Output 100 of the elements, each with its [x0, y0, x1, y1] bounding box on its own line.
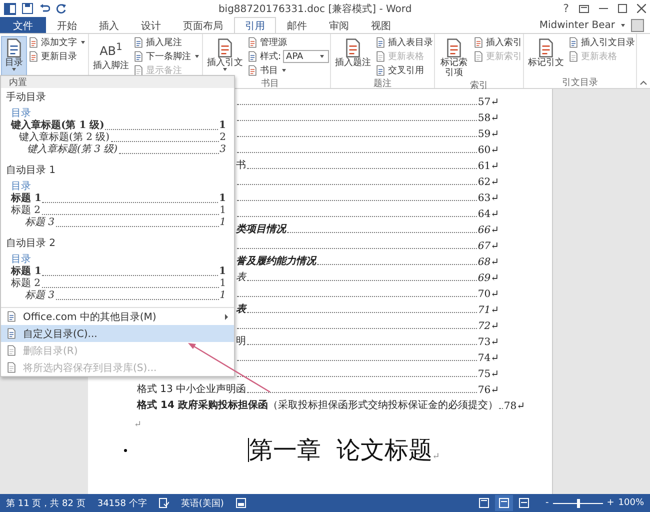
ribbon-tab[interactable]: 设计: [130, 17, 172, 33]
group-label: 题注: [374, 79, 392, 89]
word-logo-icon: [4, 2, 16, 14]
document-icon: [375, 37, 386, 48]
document-icon: [568, 51, 580, 62]
toc-page-number: 59↵: [478, 129, 499, 140]
group-label: 书目: [261, 79, 279, 89]
ribbon-tab[interactable]: 审阅: [318, 17, 360, 33]
document-icon: [4, 38, 24, 58]
document-icon: [375, 51, 386, 62]
ribbon-button[interactable]: 下一条脚注: [133, 50, 201, 63]
ribbon-button[interactable]: 添加文字: [28, 36, 87, 49]
zoom-slider-thumb[interactable]: [576, 498, 580, 508]
ribbon-display-icon[interactable]: [579, 4, 589, 12]
chapter-heading: 第一章 论文标题: [249, 435, 432, 466]
toc-preview[interactable]: 目录 键入章标题(第 1 级) 1 键入章标题(第 2 级) 2 键入章标题(第 3 级) 3: [9, 106, 228, 158]
ribbon-button[interactable]: 插入表目录: [375, 36, 434, 49]
collapse-ribbon-icon[interactable]: [640, 80, 647, 85]
caret-icon: [320, 55, 324, 58]
toc-style-title: 手动目录: [5, 90, 47, 104]
macro-icon[interactable]: [236, 498, 246, 508]
ribbon-button[interactable]: 交叉引用: [375, 64, 434, 77]
toc-entry-text: 表: [236, 302, 246, 316]
document-icon: [473, 37, 484, 48]
ribbon-tab[interactable]: 引用: [234, 17, 276, 33]
caret-icon: [223, 68, 227, 71]
paragraph-dot-icon: [124, 448, 127, 452]
toc-page-number: 76↵: [478, 385, 499, 396]
toc-page-number: 75↵: [478, 369, 499, 380]
ribbon-button[interactable]: 管理源: [247, 36, 330, 49]
ribbon-button[interactable]: 书目: [247, 64, 330, 77]
style-icon: [247, 51, 258, 62]
menu-item[interactable]: Office.com 中的其他目录(M): [1, 308, 234, 325]
word-count[interactable]: 34158 个字: [97, 496, 147, 510]
toc-page-number: 67↵: [478, 241, 499, 252]
zoom-in-button[interactable]: +: [606, 498, 614, 508]
toc-page-number: 60↵: [478, 145, 499, 156]
close-icon[interactable]: [637, 4, 646, 13]
toc-page-number: 73↵: [478, 337, 499, 348]
avatar-icon[interactable]: [631, 18, 644, 32]
toc-page-number: 63↵: [478, 193, 499, 204]
toc-style-title: 自动目录 2: [5, 237, 57, 250]
style-dropdown[interactable]: APA: [283, 50, 330, 63]
ribbon-big-button[interactable]: 目录: [1, 36, 27, 77]
ribbon-button[interactable]: 插入索引: [473, 36, 522, 49]
style-label: 样式:: [260, 50, 282, 63]
document-icon: [568, 37, 580, 48]
ribbon-tab[interactable]: 视图: [360, 17, 402, 33]
toc-entry-text: 格式 13 中小企业声明函: [137, 382, 246, 396]
language-label[interactable]: 英语(美国): [180, 496, 224, 510]
ribbon-button[interactable]: 更新目录: [28, 50, 87, 63]
zoom-level[interactable]: 100%: [618, 498, 644, 508]
zoom-out-button[interactable]: -: [545, 498, 549, 508]
redo-icon[interactable]: [56, 3, 67, 14]
window-title: big88720176331.doc [兼容模式] - Word: [217, 2, 413, 16]
proofing-icon[interactable]: [158, 498, 169, 508]
document-icon: [6, 311, 17, 322]
toc-preview[interactable]: 目录 标题 1 1 标题 2 1 标题 3 1: [9, 252, 228, 304]
user-name[interactable]: Midwinter Bear: [539, 20, 615, 30]
page-count[interactable]: 第 11 页，共 82 页: [6, 496, 86, 510]
menu-section-header: 内置: [1, 76, 234, 88]
undo-icon[interactable]: [39, 3, 50, 14]
toc-entry-text: 格式 14 政府采购投标担保函（采取投标担保函形式交纳投标保证金的必须提交）: [137, 398, 498, 412]
document-icon: [473, 51, 484, 62]
ribbon-tab[interactable]: 插入: [88, 17, 130, 33]
file-tab[interactable]: 文件: [0, 17, 46, 33]
toc-page-number: 57↵: [478, 97, 499, 108]
toc-page-number: 61↵: [478, 161, 499, 172]
ribbon-big-button[interactable]: 插入引文: [204, 36, 246, 77]
document-icon: [6, 362, 17, 373]
ribbon-tab[interactable]: 开始: [46, 17, 88, 33]
toc-page-number: 74↵: [478, 353, 499, 364]
toc-page-number: 68↵: [478, 257, 499, 268]
menu-item[interactable]: 自定义目录(C)...: [1, 325, 234, 342]
ribbon-big-button[interactable]: 插入题注: [332, 36, 374, 77]
ribbon-big-button[interactable]: AB$^{1}$ 插入脚注: [90, 36, 132, 77]
toc-page-number: 71↵: [478, 305, 499, 316]
toc-preview[interactable]: 目录 标题 1 1 标题 2 1 标题 3 1: [9, 179, 228, 231]
view-mode-button[interactable]: [495, 495, 514, 511]
caret-icon: [12, 68, 16, 71]
ribbon-big-button[interactable]: 标记索引项: [436, 36, 472, 79]
group-label: 索引: [470, 81, 488, 91]
caret-icon: [81, 41, 85, 44]
toc-page-number: 72↵: [478, 321, 499, 332]
maximize-icon[interactable]: [618, 4, 627, 13]
paragraph-mark: ↵: [134, 420, 142, 430]
toc-entry-text: 类项目情况: [236, 222, 286, 236]
document-icon: [247, 37, 258, 48]
ribbon-tab[interactable]: 邮件: [276, 17, 318, 33]
ribbon-tab[interactable]: 页面布局: [172, 17, 234, 33]
help-button[interactable]: ?: [563, 2, 569, 15]
submenu-arrow-icon: [225, 314, 228, 320]
document-icon: [375, 65, 386, 76]
ribbon-button[interactable]: 插入尾注: [133, 36, 201, 49]
save-icon[interactable]: [22, 3, 33, 14]
caret-icon: [282, 69, 286, 72]
document-icon: [6, 345, 17, 356]
ribbon-big-button[interactable]: 标记引文: [525, 36, 568, 76]
ribbon-button[interactable]: 插入引文目录: [568, 36, 636, 49]
document-icon: [133, 37, 144, 48]
